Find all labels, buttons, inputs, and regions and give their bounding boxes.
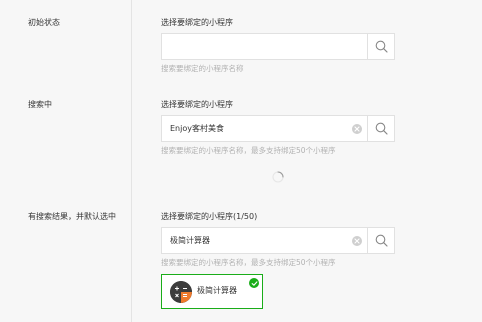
search-input-searching[interactable] <box>162 116 367 141</box>
loading-spinner-icon <box>272 171 284 183</box>
hint-searching: 搜索要绑定的小程序名称，最多支持绑定50个小程序 <box>161 146 336 155</box>
state-label-searching: 搜索中 <box>28 100 52 109</box>
search-box-results <box>161 227 395 254</box>
result-card[interactable]: 极简计算器 <box>161 274 263 309</box>
field-title-initial: 选择要绑定的小程序 <box>161 18 233 27</box>
check-icon <box>249 278 259 288</box>
search-icon <box>375 122 388 135</box>
search-input-results[interactable] <box>162 228 367 253</box>
field-title-searching: 选择要绑定的小程序 <box>161 100 233 109</box>
search-box-initial <box>161 33 395 60</box>
search-icon <box>375 40 388 53</box>
state-label-initial: 初始状态 <box>28 18 60 27</box>
state-label-results: 有搜索结果，并默认选中 <box>28 212 116 221</box>
search-button-searching[interactable] <box>367 116 394 141</box>
hint-initial: 搜索要绑定的小程序名称 <box>161 64 244 73</box>
hint-results: 搜索要绑定的小程序名称，最多支持绑定50个小程序 <box>161 258 336 267</box>
search-icon <box>375 234 388 247</box>
clear-icon[interactable] <box>352 236 362 246</box>
search-box-searching <box>161 115 395 142</box>
clear-icon[interactable] <box>352 124 362 134</box>
field-title-results: 选择要绑定的小程序(1/50) <box>161 212 258 221</box>
calculator-app-icon <box>170 281 192 303</box>
search-button-initial[interactable] <box>367 34 394 59</box>
result-app-name: 极简计算器 <box>197 286 237 295</box>
search-input-initial[interactable] <box>162 34 367 59</box>
search-button-results[interactable] <box>367 228 394 253</box>
column-divider <box>131 0 132 322</box>
